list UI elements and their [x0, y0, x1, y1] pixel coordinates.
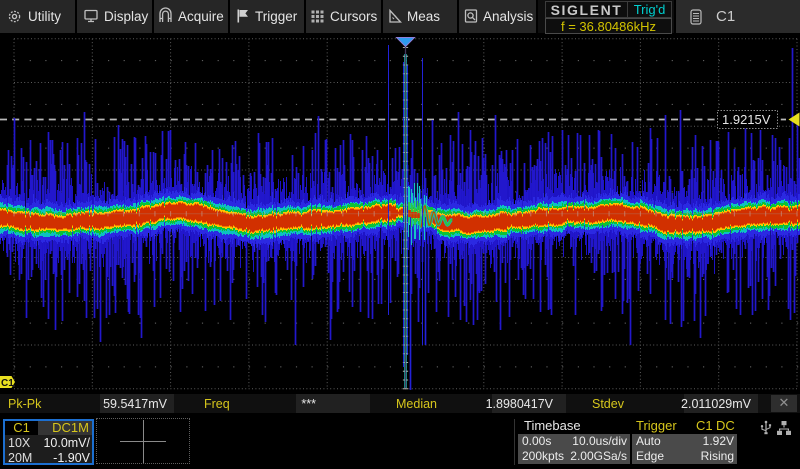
- svg-text:1.9215V: 1.9215V: [722, 112, 771, 127]
- svg-text:C1: C1: [1, 378, 14, 389]
